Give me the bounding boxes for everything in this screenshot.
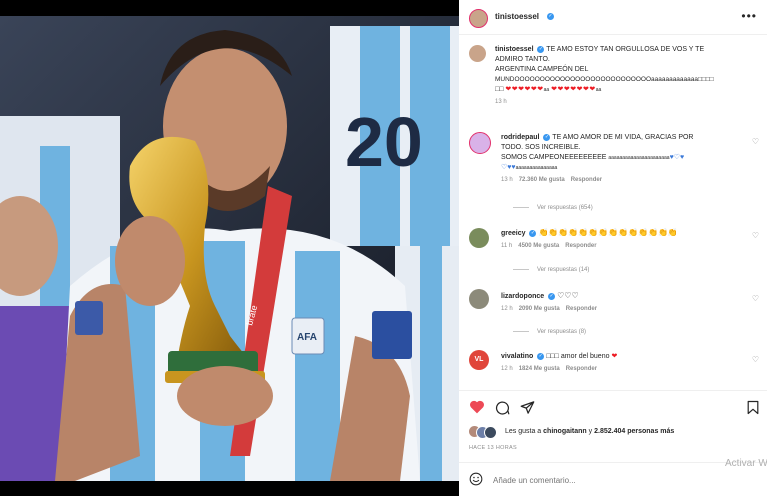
likes-prefix: Les gusta a	[505, 428, 542, 435]
divider	[459, 390, 767, 391]
verified-badge-icon: ✓	[529, 229, 537, 237]
comment-text: 👏👏👏👏👏👏👏👏👏👏👏👏👏👏	[538, 228, 678, 237]
post-details-panel: tinistoessel ✓ ••• tinistoessel ✓ TE AMO…	[459, 0, 767, 496]
comment-item: rodridepaul ✓ TE AMO AMOR DE MI VIDA, GR…	[501, 133, 741, 183]
comment-text: amor del bueno	[560, 353, 610, 360]
comment-username[interactable]: lizardoponce	[501, 293, 544, 300]
author-username[interactable]: tinistoessel	[495, 12, 539, 21]
likes-count[interactable]: 2.852.404 personas más	[594, 428, 674, 435]
liker-username[interactable]: chinogaitann	[543, 428, 587, 435]
like-comment-heart-icon[interactable]: ♡	[752, 137, 759, 146]
reply-button[interactable]: Responder	[565, 243, 596, 249]
comment-time: 12 h	[501, 366, 513, 372]
likes-summary: Les gusta a chinogaitann y 2.852.404 per…	[469, 425, 759, 439]
reply-button[interactable]: Responder	[566, 366, 597, 372]
heart-emojis: ❤❤❤❤❤❤❤	[551, 86, 596, 93]
verified-badge-icon: ✓	[547, 13, 554, 20]
comment-likes[interactable]: 72.360 Me gusta	[519, 177, 565, 183]
author-avatar[interactable]	[469, 9, 488, 28]
activation-watermark: Activar Wi	[725, 458, 767, 469]
caption-username[interactable]: tinistoessel	[495, 46, 534, 53]
verified-badge-icon: ✓	[537, 45, 545, 53]
caption-symbols: □□	[495, 86, 504, 93]
caption-line-5: □□ ❤❤❤❤❤❤aa ❤❤❤❤❤❤❤aa	[495, 85, 757, 95]
comment-time: 11 h	[501, 243, 513, 249]
like-comment-heart-icon[interactable]: ♡	[752, 231, 759, 240]
verified-badge-icon: ✓	[548, 292, 556, 300]
view-replies-button[interactable]: Ver respuestas (654)	[513, 205, 593, 211]
view-replies-button[interactable]: Ver respuestas (14)	[513, 267, 589, 273]
comment-icon[interactable]	[495, 400, 510, 415]
comment-item: lizardoponce ✓ ♡♡♡ 12 h 2090 Me gusta Resp…	[501, 291, 741, 312]
verified-badge-icon: ✓	[543, 133, 551, 141]
comment-text: SOMOS CAMPEONEEEEEEEEE	[501, 154, 607, 161]
like-comment-heart-icon[interactable]: ♡	[752, 355, 759, 364]
comment-avatar[interactable]	[469, 228, 489, 248]
comment-item: vivalatino ✓ □□□ amor del bueno ❤ 12 h 18…	[501, 352, 741, 372]
post-header: tinistoessel ✓ •••	[459, 0, 767, 35]
comment-input[interactable]	[491, 470, 705, 490]
reply-button[interactable]: Responder	[566, 306, 597, 312]
caption-time: 13 h	[495, 99, 507, 105]
comment-avatar[interactable]: VL	[469, 350, 489, 370]
comment-text: aaaaaaaaaaaaaaaaaaaaaa	[608, 155, 670, 161]
comment-text: aaaaaaaaaaaaaaa	[515, 165, 558, 171]
post-date: HACE 13 HORAS	[469, 445, 517, 451]
caption-line-2: ADMIRO TANTO.	[495, 56, 550, 63]
reply-button[interactable]: Responder	[571, 177, 602, 183]
comment-likes[interactable]: 1824 Me gusta	[519, 366, 560, 372]
verified-badge-icon: ✓	[537, 352, 545, 360]
caption-line-1: TE AMO ESTOY TAN ORGULLOSA DE VOS Y TE	[546, 46, 705, 53]
more-horizontal-icon[interactable]: •••	[741, 9, 757, 23]
view-replies-button[interactable]: Ver respuestas (8)	[513, 329, 586, 335]
comment-text: TE AMO AMOR DE MI VIDA, GRACIAS POR	[552, 134, 694, 141]
emoji-icon[interactable]	[469, 472, 483, 486]
divider	[459, 462, 767, 463]
heart-emoji: ❤	[611, 353, 618, 360]
world-cup-celebration-image: 20 AFA brate	[0, 16, 459, 481]
caption-line-3: ARGENTINA CAMPEÓN DEL	[495, 66, 589, 73]
action-bar	[469, 398, 759, 418]
caption-aa: aa	[543, 87, 550, 93]
likes-conjunction: y	[588, 428, 593, 435]
like-comment-heart-icon[interactable]: ♡	[752, 294, 759, 303]
caption-avatar[interactable]	[469, 45, 486, 62]
heart-emojis: ❤❤❤❤❤❤	[505, 86, 544, 93]
comment-likes[interactable]: 2090 Me gusta	[519, 306, 560, 312]
post-photo[interactable]: 20 AFA brate	[0, 16, 459, 481]
like-heart-icon[interactable]	[469, 400, 485, 414]
comment-avatar[interactable]	[469, 289, 489, 309]
comment-time: 12 h	[501, 306, 513, 312]
comment-avatar[interactable]	[469, 132, 491, 154]
caption-line-4: MUNDOOOOOOOOOOOOOOOOOOOOOOOOOOOaaaaaaaaa…	[495, 76, 714, 83]
liker-avatar	[484, 426, 497, 439]
comment-username[interactable]: vivalatino	[501, 353, 533, 360]
comment-username[interactable]: greeicy	[501, 230, 526, 237]
share-icon[interactable]	[520, 400, 535, 415]
comment-item: greeicy ✓ 👏👏👏👏👏👏👏👏👏👏👏👏👏👏 11 h 4500 Me gus…	[501, 228, 741, 249]
comment-username[interactable]: rodridepaul	[501, 134, 540, 141]
comment-time: 13 h	[501, 177, 513, 183]
comment-symbols: □□□	[546, 353, 559, 360]
caption: tinistoessel ✓ TE AMO ESTOY TAN ORGULLOS…	[495, 45, 757, 105]
blue-heart-emojis: ♥♡♥	[669, 154, 685, 161]
caption-aa: aa	[595, 87, 602, 93]
comment-text: ♡♡♡	[557, 291, 579, 300]
afa-crest-text: AFA	[297, 332, 317, 343]
save-bookmark-icon[interactable]	[747, 400, 759, 415]
svg-text:20: 20	[345, 103, 423, 181]
comment-likes[interactable]: 4500 Me gusta	[518, 243, 559, 249]
comment-text: TODO. SOS INCREIBLE.	[501, 144, 581, 151]
blue-heart-emojis: ♡♥♥	[501, 164, 516, 171]
